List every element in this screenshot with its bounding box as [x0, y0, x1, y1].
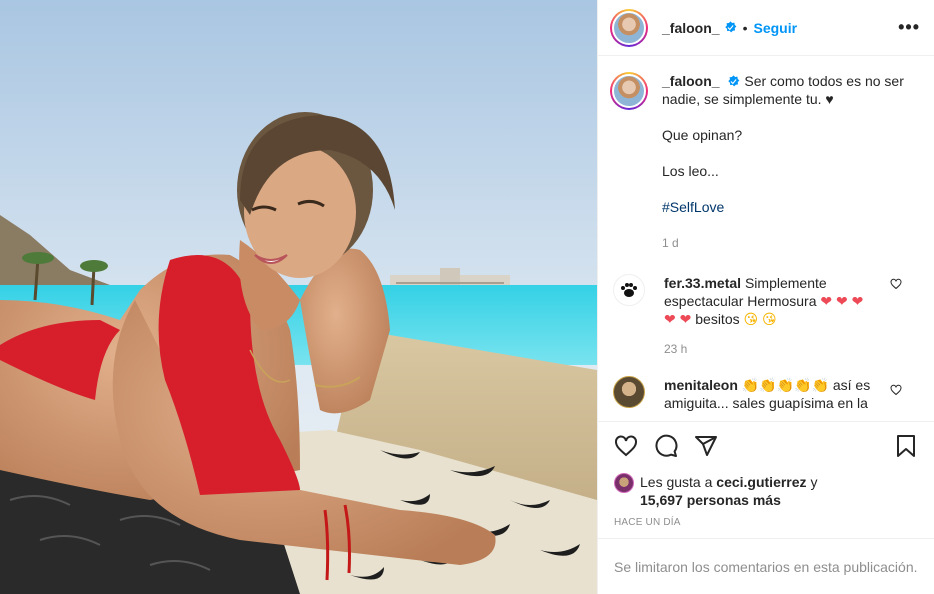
likes-prefix: Les gusta a — [640, 474, 713, 490]
commenter-username[interactable]: menitaleon — [664, 377, 738, 393]
commenter-avatar[interactable] — [613, 274, 645, 306]
post-image[interactable] — [0, 0, 597, 594]
hearts-emoji: ❤ ❤ ❤ — [820, 293, 864, 309]
liker-username[interactable]: ceci.gutierrez — [716, 474, 806, 490]
likes-count[interactable]: 15,697 personas más — [640, 492, 781, 508]
commenter-avatar[interactable] — [613, 376, 645, 408]
like-comment-heart-icon[interactable] — [890, 384, 902, 396]
follow-button[interactable]: Seguir — [753, 20, 797, 36]
caption-line-2: Que opinan? — [662, 127, 743, 143]
avatar-image — [612, 10, 646, 45]
comment-item: menitaleon 👏👏👏👏👏 así es amiguita... sale… — [610, 376, 918, 412]
comment-time: 23 h — [664, 342, 688, 356]
share-icon[interactable] — [694, 434, 718, 458]
more-options-icon[interactable]: ••• — [898, 17, 920, 38]
comment-text: besitos — [695, 311, 740, 327]
post-side-panel: _faloon_ • Seguir ••• _faloon_ Ser como … — [597, 0, 934, 594]
likes-text: Les gusta a ceci.gutierrez y 15,697 pers… — [640, 473, 817, 509]
action-bar — [598, 421, 934, 469]
caption-line-3: Los leo... — [662, 163, 719, 179]
verified-badge-icon — [728, 75, 740, 87]
clap-emoji: 👏👏👏👏👏 — [741, 377, 829, 393]
comment-item: fer.33.metal Simplemente espectacular He… — [610, 274, 918, 358]
caption-username[interactable]: _faloon_ — [662, 73, 720, 89]
like-comment-heart-icon[interactable] — [890, 278, 902, 290]
hearts-emoji: ❤ ❤ — [664, 311, 692, 327]
avatar-image — [612, 74, 646, 108]
caption-time: 1 d — [662, 236, 679, 250]
hashtag-link[interactable]: #SelfLove — [662, 199, 724, 215]
header-separator: • — [742, 19, 748, 36]
liker-avatar[interactable] — [614, 473, 634, 493]
comment-body: fer.33.metal Simplemente espectacular He… — [664, 274, 918, 358]
comment-body: menitaleon 👏👏👏👏👏 así es amiguita... sale… — [664, 376, 918, 412]
likes-and: y — [810, 474, 818, 490]
comments-limited-notice: Se limitaron los comentarios en esta pub… — [598, 538, 934, 594]
verified-badge-icon — [724, 21, 736, 33]
comment-icon[interactable] — [654, 434, 678, 458]
commenter-username[interactable]: fer.33.metal — [664, 275, 741, 291]
author-avatar[interactable] — [610, 8, 648, 47]
post-time-ago[interactable]: Hace un día — [598, 509, 934, 538]
heart-icon[interactable] — [614, 434, 638, 458]
comments-list[interactable]: _faloon_ Ser como todos es no ser nadie,… — [598, 56, 934, 421]
kiss-emoji: 😘 😘 — [743, 311, 777, 327]
caption-body: _faloon_ Ser como todos es no ser nadie,… — [662, 72, 918, 252]
post-photo — [0, 0, 597, 594]
bookmark-icon[interactable] — [894, 434, 918, 458]
author-username[interactable]: _faloon_ — [662, 20, 720, 36]
caption: _faloon_ Ser como todos es no ser nadie,… — [610, 72, 918, 252]
post-header: _faloon_ • Seguir ••• — [598, 0, 934, 56]
paw-icon — [621, 283, 637, 297]
post-container: _faloon_ • Seguir ••• _faloon_ Ser como … — [0, 0, 934, 594]
likes-summary: Les gusta a ceci.gutierrez y 15,697 pers… — [598, 469, 934, 509]
caption-avatar[interactable] — [610, 72, 648, 110]
